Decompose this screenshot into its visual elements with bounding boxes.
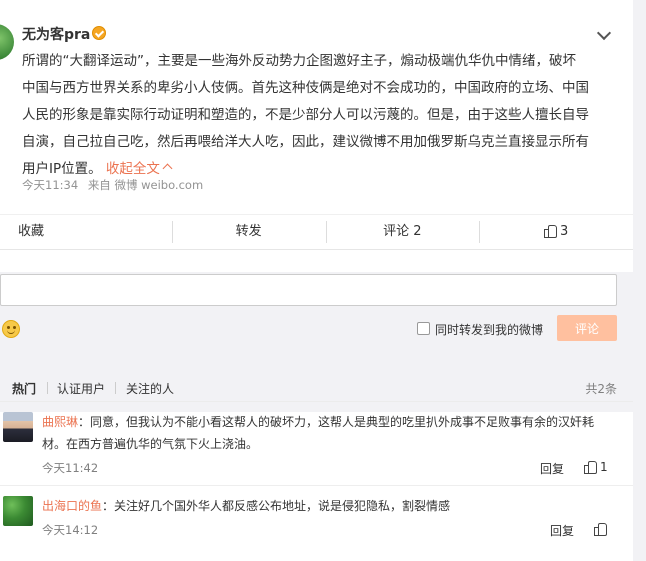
comment-tabs: 热门 认证用户 关注的人 共2条 (0, 370, 633, 402)
thumb-up-icon (584, 460, 597, 474)
emoji-icon[interactable] (2, 320, 20, 338)
post-time[interactable]: 今天11:34 (22, 178, 78, 192)
post-source[interactable]: 来自 微博 weibo.com (88, 178, 203, 192)
author-name[interactable]: 无为客pra (22, 24, 90, 44)
comment-button[interactable]: 评论 2 (325, 221, 480, 243)
submit-comment-button[interactable]: 评论 (557, 315, 617, 341)
verified-badge-icon (92, 26, 106, 40)
chevron-up-icon (162, 163, 173, 174)
reply-button[interactable]: 回复 (550, 522, 574, 539)
tab-divider (47, 382, 48, 394)
post-text-tail: 用户IP位置。 (22, 161, 102, 177)
thumb-up-icon (594, 522, 607, 536)
reply-button[interactable]: 回复 (540, 460, 564, 477)
collapse-link[interactable]: 收起全文 (105, 161, 173, 177)
comment-input[interactable] (0, 274, 617, 306)
chevron-down-icon[interactable] (596, 25, 612, 41)
comment-body: ：关注好几个国外华人都反感公布地址，说是侵犯隐私，割裂情感 (102, 499, 451, 513)
collapse-label: 收起全文 (105, 161, 160, 177)
comment-body-continued: 材。在西方普遍仇华的气氛下火上浇油。 (42, 437, 259, 451)
post-text-line: 人民的形象是靠实际行动证明和塑造的，不是少部分人可以污蔑的。但是，由于这些人擅长… (22, 107, 589, 123)
repost-button[interactable]: 转发 (171, 221, 326, 243)
comment-time: 今天11:42 (42, 461, 99, 475)
commenter-name[interactable]: 曲熙琳 (42, 415, 78, 429)
comment-text: 曲熙琳：同意，但我认为不能小看这帮人的破坏力，这帮人是典型的吃里扒外成事不足败事… (42, 411, 612, 455)
tab-hot[interactable]: 热门 (12, 380, 36, 397)
commenter-avatar[interactable] (3, 412, 33, 442)
tab-verified[interactable]: 认证用户 (57, 380, 105, 397)
comment-like-button[interactable] (594, 522, 610, 536)
comment-item: 曲熙琳：同意，但我认为不能小看这帮人的破坏力，这帮人是典型的吃里扒外成事不足败事… (0, 402, 633, 486)
thumb-up-icon (543, 224, 557, 238)
comment-like-button[interactable]: 1 (584, 460, 608, 474)
post-text: 所谓的“大翻译运动”，主要是一些海外反动势力企图邀好主子，煽动极端仇华仇中情绪，… (22, 48, 618, 183)
comment-time: 今天14:12 (42, 523, 99, 537)
forward-checkbox[interactable] (417, 322, 430, 335)
post-text-line: 中国与西方世界关系的卑劣小人伎俩。首先这种伎俩是绝对不会成功的，中国政府的立场、… (22, 80, 589, 96)
commenter-name[interactable]: 出海口的鱼 (42, 499, 102, 513)
forward-label: 同时转发到我的微博 (435, 323, 544, 337)
like-count: 3 (559, 224, 569, 239)
weibo-post-card: 无为客pra 所谓的“大翻译运动”，主要是一些海外反动势力企图邀好主子，煽动极端… (0, 0, 633, 561)
post-text-line: 自演，自己拉自己吃，然后再喂给洋大人吃，因此，建议微博不用加俄罗斯乌克兰直接显示… (22, 134, 589, 150)
author-avatar[interactable] (0, 24, 14, 60)
commenter-avatar[interactable] (3, 496, 33, 526)
comment-like-count: 1 (600, 460, 608, 474)
post-text-line: 所谓的“大翻译运动”，主要是一些海外反动势力企图邀好主子，煽动极端仇华仇中情绪，… (22, 53, 576, 69)
comment-body: ：同意，但我认为不能小看这帮人的破坏力，这帮人是典型的吃里扒外成事不足败事有余的… (78, 415, 595, 429)
tab-divider (115, 382, 116, 394)
comment-item: 出海口的鱼：关注好几个国外华人都反感公布地址，说是侵犯隐私，割裂情感 今天14:… (0, 486, 633, 561)
comment-total: 共2条 (585, 382, 617, 396)
post-actions-bar: 收藏 转发 评论 2 3 (0, 214, 633, 250)
like-button[interactable]: 3 (479, 221, 633, 243)
post-meta: 今天11:34 来自 微博 weibo.com (22, 177, 209, 193)
favorite-button[interactable]: 收藏 (0, 221, 172, 243)
tab-following[interactable]: 关注的人 (126, 380, 174, 397)
comment-text: 出海口的鱼：关注好几个国外华人都反感公布地址，说是侵犯隐私，割裂情感 (42, 495, 612, 517)
